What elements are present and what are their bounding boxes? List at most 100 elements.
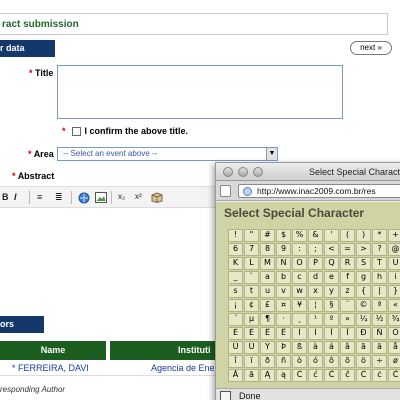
character-cell[interactable]: ĉ [340,369,355,382]
character-cell[interactable]: < [324,243,339,256]
subscript-button[interactable]: x₂ [118,192,125,201]
character-cell[interactable]: " [244,229,259,242]
character-cell[interactable]: ć [308,369,323,382]
character-cell[interactable]: ; [308,243,323,256]
character-cell[interactable]: ċ [372,369,387,382]
package-icon[interactable] [151,192,163,205]
character-cell[interactable]: t [244,285,259,298]
character-cell[interactable]: » [340,313,355,326]
character-cell[interactable]: : [292,243,307,256]
character-cell[interactable]: ½ [372,313,387,326]
character-cell[interactable]: + [388,229,400,242]
character-cell[interactable]: w [292,285,307,298]
character-cell[interactable]: Û [228,341,243,354]
character-cell[interactable]: Ċ [356,369,371,382]
character-cell[interactable]: f [340,271,355,284]
character-cell[interactable]: i [388,271,400,284]
character-cell[interactable]: å [388,341,400,354]
next-button[interactable]: next » [350,41,392,55]
character-cell[interactable]: ¡ [228,299,243,312]
character-cell[interactable]: b [276,271,291,284]
character-cell[interactable]: d [308,271,323,284]
character-cell[interactable]: Ê [260,327,275,340]
character-cell[interactable]: ¹ [308,313,323,326]
character-cell[interactable]: ¾ [388,313,400,326]
character-cell[interactable]: M [260,257,275,270]
character-cell[interactable]: P [308,257,323,270]
character-cell[interactable]: ø [388,355,400,368]
character-cell[interactable]: Ð [356,327,371,340]
character-cell[interactable]: @ [388,243,400,256]
zoom-window-button[interactable] [253,167,263,177]
character-cell[interactable]: ) [356,229,371,242]
character-cell[interactable]: ò [292,355,307,368]
character-cell[interactable]: î [228,355,243,368]
character-cell[interactable]: O [292,257,307,270]
character-cell[interactable]: Ý [260,341,275,354]
area-select[interactable]: -- Select an event above -- ▼ [57,147,278,161]
character-cell[interactable]: Ă [228,369,243,382]
character-cell[interactable]: Ò [388,327,400,340]
character-cell[interactable]: Ć [292,369,307,382]
character-cell[interactable]: £ [260,299,275,312]
character-cell[interactable]: Č [388,369,400,382]
character-cell[interactable]: ( [340,229,355,242]
character-cell[interactable]: % [292,229,307,242]
special-character-icon[interactable] [78,192,90,206]
character-cell[interactable]: L [244,257,259,270]
character-cell[interactable]: K [228,257,243,270]
character-cell[interactable]: | [372,285,387,298]
character-cell[interactable]: µ [244,313,259,326]
character-cell[interactable]: h [372,271,387,284]
character-cell[interactable]: $ [276,229,291,242]
character-cell[interactable]: ä [372,341,387,354]
character-cell[interactable]: ą [276,369,291,382]
url-field[interactable]: http://www.inac2009.com.br/res [238,184,400,198]
character-cell[interactable]: õ [340,355,355,368]
confirm-title-checkbox[interactable] [71,126,81,136]
character-cell[interactable]: ¥ [292,299,307,312]
character-cell[interactable]: ¤ [276,299,291,312]
character-cell[interactable]: 7 [244,243,259,256]
character-cell[interactable]: « [388,299,400,312]
character-cell[interactable]: ? [372,243,387,256]
character-cell[interactable]: & [308,229,323,242]
title-textarea[interactable] [57,65,343,119]
character-cell[interactable]: 9 [276,243,291,256]
character-cell[interactable]: 8 [260,243,275,256]
character-cell[interactable]: · [276,313,291,326]
character-cell[interactable]: ¢ [244,299,259,312]
character-cell[interactable]: ă [244,369,259,382]
character-cell[interactable]: z [340,285,355,298]
character-cell[interactable]: e [324,271,339,284]
character-cell[interactable]: Q [324,257,339,270]
character-cell[interactable]: _ [228,271,243,284]
character-cell[interactable]: © [356,299,371,312]
abstract-editor[interactable] [0,208,212,304]
character-cell[interactable]: ö [356,355,371,368]
character-cell[interactable]: R [340,257,355,270]
character-cell[interactable]: ¸ [292,313,307,326]
character-cell[interactable]: ñ [276,355,291,368]
character-cell[interactable]: T [372,257,387,270]
character-cell[interactable]: 6 [228,243,243,256]
character-cell[interactable]: > [356,243,371,256]
character-cell[interactable]: ï [244,355,259,368]
character-cell[interactable]: S [356,257,371,270]
character-cell[interactable]: x [308,285,323,298]
character-cell[interactable]: ! [228,229,243,242]
character-cell[interactable]: § [324,299,339,312]
character-cell[interactable]: a [260,271,275,284]
character-cell[interactable]: v [276,285,291,298]
superscript-button[interactable]: x² [135,192,142,201]
character-cell[interactable]: ß [292,341,307,354]
character-cell[interactable]: ´ [228,313,243,326]
character-cell[interactable]: # [260,229,275,242]
character-cell[interactable]: s [228,285,243,298]
chevron-down-icon[interactable]: ▼ [266,148,277,160]
window-titlebar[interactable]: Select Special Characte [216,163,400,181]
character-cell[interactable]: â [340,341,355,354]
character-cell[interactable]: ô [324,355,339,368]
character-cell[interactable]: U [388,257,400,270]
character-cell[interactable]: à [308,341,323,354]
